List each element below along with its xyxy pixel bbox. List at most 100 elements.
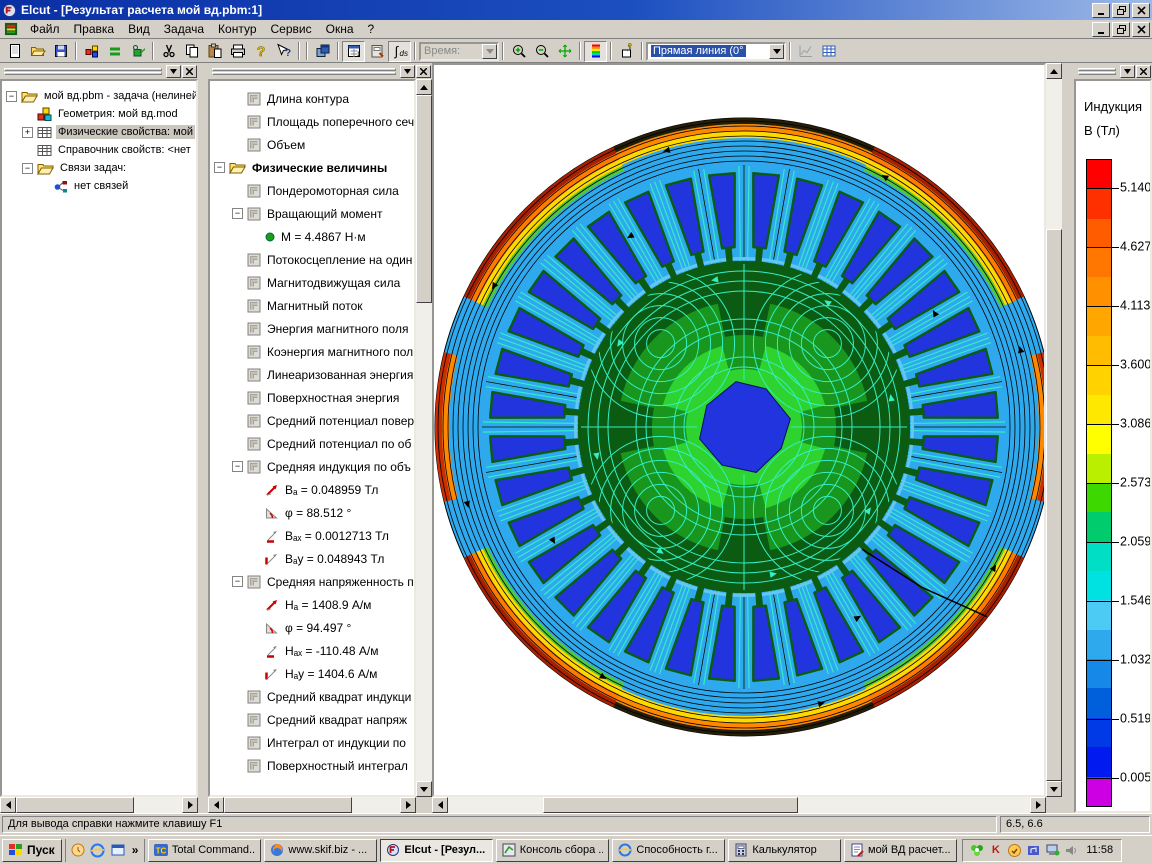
zoom-in-icon[interactable] <box>507 41 530 62</box>
tree-item[interactable]: M = 4.4867 Н·м <box>210 225 414 248</box>
tree-item[interactable]: Hₐy = 1404.6 А/м <box>210 662 414 685</box>
menu-7[interactable]: ? <box>361 20 382 38</box>
colormap-icon[interactable] <box>584 41 607 62</box>
zoom-fit-icon[interactable] <box>553 41 576 62</box>
tree-item[interactable]: Средний квадрат индукци <box>210 685 414 708</box>
panel-menu-button[interactable] <box>400 65 415 78</box>
field-picture-icon[interactable]: 1 <box>342 41 365 62</box>
tree-item[interactable]: −Связи задач: <box>2 159 196 177</box>
tree-item[interactable]: φ = 94.497 ° <box>210 616 414 639</box>
cascade-windows-icon[interactable] <box>311 41 334 62</box>
solve-icon[interactable] <box>126 41 149 62</box>
panel-close-icon[interactable] <box>182 65 197 78</box>
task-firefox[interactable]: www.skif.biz - ... <box>264 839 377 862</box>
task-total-commander[interactable]: TCTotal Command... <box>148 839 261 862</box>
tree-item[interactable]: Средний потенциал по об <box>210 432 414 455</box>
scroll-right-button[interactable] <box>1030 797 1046 813</box>
tree-item[interactable]: Hₐ = 1408.9 А/м <box>210 593 414 616</box>
combo-dropdown-arrow[interactable] <box>482 44 497 59</box>
menu-1[interactable]: Правка <box>67 20 122 38</box>
collapse-toggle[interactable]: − <box>214 162 225 173</box>
mdi-close-button[interactable] <box>1132 22 1150 37</box>
plot-hscrollbar[interactable] <box>448 797 1030 813</box>
cut-icon[interactable] <box>157 41 180 62</box>
properties-icon[interactable] <box>80 41 103 62</box>
start-button[interactable]: Пуск <box>2 839 62 862</box>
agent-icon[interactable] <box>1007 843 1022 858</box>
splitter[interactable] <box>198 63 208 813</box>
zoom-out-icon[interactable] <box>530 41 553 62</box>
scroll-thumb[interactable] <box>416 95 432 303</box>
scroll-right-button[interactable] <box>400 797 416 813</box>
task-elcut[interactable]: Elcut - [Резул... <box>380 839 493 862</box>
tree-item[interactable]: Магнитный поток <box>210 294 414 317</box>
tree-item[interactable]: Пондеромоторная сила <box>210 179 414 202</box>
tree-item[interactable]: −мой вд.pbm - задача (нелиней <box>2 87 196 105</box>
menu-2[interactable]: Вид <box>121 20 157 38</box>
xy-chart-icon[interactable] <box>794 41 817 62</box>
tree-item[interactable]: +Физические свойства: мой <box>2 123 196 141</box>
scroll-up-button[interactable] <box>1046 63 1062 79</box>
tree-item[interactable]: Длина контура <box>210 87 414 110</box>
tree-item[interactable]: Объем <box>210 133 414 156</box>
scroll-down-button[interactable] <box>1046 781 1062 797</box>
field-plot-canvas[interactable] <box>432 63 1046 797</box>
quick-launch-icon-1[interactable] <box>70 842 86 858</box>
combo-dropdown-arrow[interactable] <box>769 44 784 59</box>
tree-item[interactable]: φ = 88.512 ° <box>210 501 414 524</box>
tree-item[interactable]: Интеграл от индукции по <box>210 731 414 754</box>
collapse-toggle[interactable]: − <box>232 461 243 472</box>
help-icon[interactable]: ? <box>249 41 272 62</box>
kaspersky-icon[interactable]: K <box>988 843 1003 858</box>
context-help-icon[interactable]: ? <box>272 41 295 62</box>
panel-grip[interactable] <box>1078 67 1116 76</box>
task-console[interactable]: Консоль сбора ... <box>496 839 609 862</box>
contour-combo[interactable]: Прямая линия (0° <box>646 42 786 61</box>
equals-icon[interactable] <box>103 41 126 62</box>
collapse-toggle[interactable]: − <box>232 576 243 587</box>
tree-item[interactable]: Геометрия: мой вд.mod <box>2 105 196 123</box>
tree-item[interactable]: Средний потенциал повер <box>210 409 414 432</box>
tree-item[interactable]: Bₐy = 0.048943 Тл <box>210 547 414 570</box>
menu-0[interactable]: Файл <box>23 20 67 38</box>
collapse-toggle[interactable]: − <box>22 163 33 174</box>
integral-icon[interactable]: ∫ds <box>388 41 411 62</box>
volume-icon[interactable] <box>1064 843 1079 858</box>
scroll-thumb[interactable] <box>1046 229 1062 781</box>
media-icon[interactable] <box>1026 843 1041 858</box>
project-hscrollbar[interactable] <box>16 797 182 813</box>
scroll-down-button[interactable] <box>416 781 432 797</box>
tree-item[interactable]: Энергия магнитного поля <box>210 317 414 340</box>
mdi-restore-button[interactable] <box>1112 22 1130 37</box>
scroll-up-button[interactable] <box>416 79 432 95</box>
icq-icon[interactable] <box>969 843 984 858</box>
legend-bucket-icon[interactable] <box>615 41 638 62</box>
time-combo[interactable]: Время: <box>419 42 499 61</box>
tree-item[interactable]: Магнитодвижущая сила <box>210 271 414 294</box>
splitter[interactable] <box>1062 63 1074 813</box>
quick-launch-overflow[interactable]: » <box>130 843 141 857</box>
tree-item[interactable]: Площадь поперечного сеч <box>210 110 414 133</box>
scroll-thumb[interactable] <box>543 797 798 813</box>
menu-5[interactable]: Сервис <box>264 20 319 38</box>
calculator-pad-icon[interactable] <box>365 41 388 62</box>
minimize-button[interactable] <box>1092 3 1110 18</box>
open-icon[interactable] <box>26 41 49 62</box>
window-icon[interactable] <box>110 842 126 858</box>
tree-item[interactable]: Линеаризованная энергия <box>210 363 414 386</box>
tree-item[interactable]: Поверхностная энергия <box>210 386 414 409</box>
tree-item[interactable]: Hₐₓ = -110.48 А/м <box>210 639 414 662</box>
print-icon[interactable] <box>226 41 249 62</box>
save-icon[interactable] <box>49 41 72 62</box>
paste-icon[interactable] <box>203 41 226 62</box>
tree-item[interactable]: Коэнергия магнитного пол <box>210 340 414 363</box>
task-calculator[interactable]: Калькулятор <box>728 839 841 862</box>
tree-item[interactable]: нет связей <box>2 177 196 195</box>
menu-3[interactable]: Задача <box>157 20 211 38</box>
tree-item[interactable]: Bₐ = 0.048959 Тл <box>210 478 414 501</box>
collapse-toggle[interactable]: − <box>6 91 17 102</box>
task-ie-page[interactable]: Способность г... <box>612 839 725 862</box>
tree-item[interactable]: −Вращающий момент <box>210 202 414 225</box>
expand-toggle[interactable]: + <box>22 127 33 138</box>
new-icon[interactable] <box>3 41 26 62</box>
